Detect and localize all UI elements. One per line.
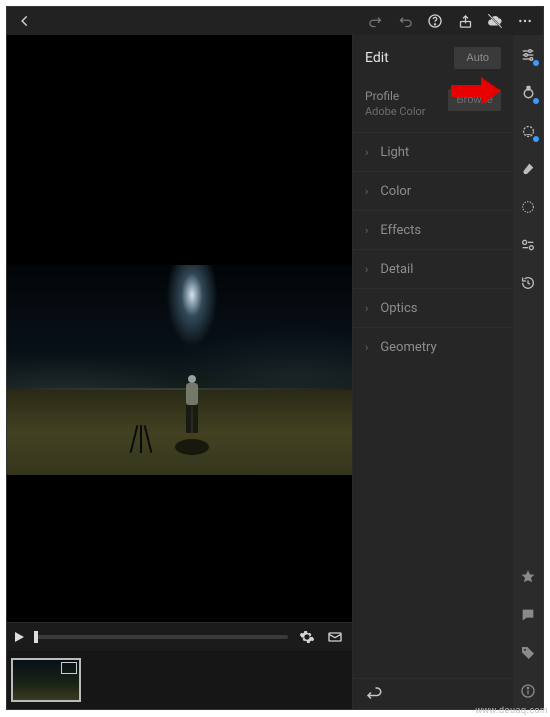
panel-title: Edit (365, 50, 454, 66)
section-light[interactable]: › Light (353, 132, 513, 171)
preview-image (7, 265, 352, 475)
export-icon[interactable] (326, 628, 344, 646)
back-icon[interactable] (13, 9, 37, 33)
history-icon[interactable] (518, 273, 538, 293)
brush-icon[interactable] (518, 159, 538, 179)
profile-row: Profile Adobe Color Browse (353, 81, 513, 132)
adjust-icon[interactable] (518, 235, 538, 255)
revert-icon[interactable] (365, 685, 383, 703)
section-label: Optics (380, 301, 417, 316)
chevron-right-icon: › (365, 302, 368, 315)
play-icon[interactable] (15, 632, 24, 642)
section-detail[interactable]: › Detail (353, 249, 513, 288)
section-optics[interactable]: › Optics (353, 288, 513, 327)
chevron-right-icon: › (365, 146, 368, 159)
chevron-right-icon: › (365, 263, 368, 276)
info-icon[interactable] (518, 681, 538, 701)
comment-icon[interactable] (518, 605, 538, 625)
tool-rail (513, 35, 543, 709)
star-icon[interactable] (518, 567, 538, 587)
top-bar (7, 7, 543, 35)
more-icon[interactable] (513, 9, 537, 33)
canvas-column (7, 35, 353, 709)
chevron-right-icon: › (365, 185, 368, 198)
edit-panel: Edit Auto Profile Adobe Color Browse › Li… (353, 35, 513, 709)
tag-icon[interactable] (518, 643, 538, 663)
timeline-slider[interactable] (34, 635, 288, 639)
share-icon[interactable] (453, 9, 477, 33)
section-color[interactable]: › Color (353, 171, 513, 210)
undo-icon[interactable] (393, 9, 417, 33)
profile-value: Adobe Color (365, 105, 448, 118)
section-label: Color (380, 184, 411, 199)
healing-icon[interactable] (518, 83, 538, 103)
help-icon[interactable] (423, 9, 447, 33)
section-label: Light (380, 145, 409, 160)
gear-icon[interactable] (298, 628, 316, 646)
cloud-off-icon[interactable] (483, 9, 507, 33)
stack-badge-icon (61, 662, 77, 674)
auto-button[interactable]: Auto (454, 47, 501, 69)
watermark: www.deuaq.com (475, 705, 548, 715)
section-label: Geometry (380, 340, 436, 355)
section-effects[interactable]: › Effects (353, 210, 513, 249)
thumbnail[interactable] (11, 658, 81, 702)
filmstrip (7, 651, 352, 709)
browse-button[interactable]: Browse (448, 89, 501, 111)
chevron-right-icon: › (365, 224, 368, 237)
section-label: Detail (380, 262, 413, 277)
chevron-right-icon: › (365, 341, 368, 354)
filmstrip-toolbar (7, 622, 352, 651)
redo-icon[interactable] (363, 9, 387, 33)
sliders-icon[interactable] (518, 45, 538, 65)
mask-icon[interactable] (518, 121, 538, 141)
radial-icon[interactable] (518, 197, 538, 217)
section-label: Effects (380, 223, 421, 238)
profile-label: Profile (365, 89, 448, 103)
image-canvas[interactable] (7, 35, 352, 622)
section-geometry[interactable]: › Geometry (353, 327, 513, 366)
